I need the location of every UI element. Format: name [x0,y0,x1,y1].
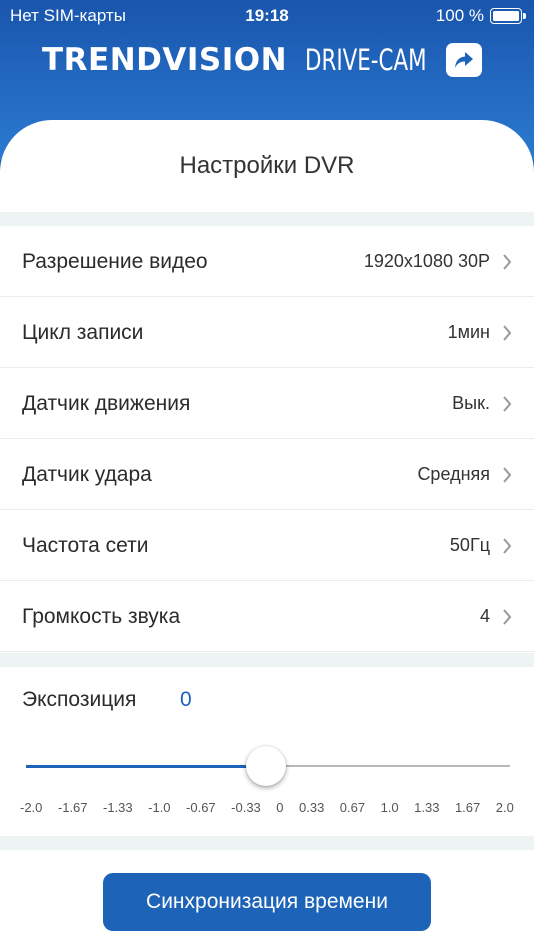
exposure-slider-track-filled[interactable] [26,765,266,768]
tick-label: -0.33 [231,800,261,815]
page-title: Настройки DVR [179,152,355,179]
logo-sub: DRIVE-CAM [305,43,427,77]
section-divider [0,653,534,667]
chevron-right-icon [503,396,512,412]
tick-label: -1.33 [103,800,133,815]
setting-value: 4 [479,606,490,626]
setting-sound-volume[interactable]: Громкость звука 4 [0,581,534,652]
chevron-right-icon [503,254,512,270]
section-divider [0,836,534,850]
share-button[interactable] [446,43,482,77]
setting-network-frequency[interactable]: Частота сети 50Гц [0,510,534,581]
exposure-tick-labels: -2.0 -1.67 -1.33 -1.0 -0.67 -0.33 0 0.33… [20,800,514,820]
tick-label: -2.0 [20,800,43,815]
exposure-label: Экспозиция [22,688,137,711]
setting-value: 1мин [447,322,490,342]
setting-value: 1920x1080 30P [363,251,490,271]
chevron-right-icon [503,538,512,554]
status-bar: Нет SIM-карты 19:18 100 % [0,0,534,32]
tick-label: -1.67 [57,800,88,815]
setting-label: Цикл записи [22,321,144,344]
setting-value: Вык. [452,393,490,413]
settings-sheet: Настройки DVR Разрешение видео 1920x1080… [0,120,534,950]
sync-time-button[interactable]: Синхронизация времени [103,873,431,931]
setting-label: Датчик удара [22,463,152,486]
chevron-right-icon [503,609,512,625]
setting-value: 50Гц [449,535,490,555]
tick-label: 2.0 [495,800,514,815]
logo-main: TRENDVISION [42,42,288,78]
brand-logo: TRENDVISION DRIVE-CAM [42,40,453,80]
setting-video-resolution[interactable]: Разрешение видео 1920x1080 30P [0,226,534,297]
chevron-right-icon [503,325,512,341]
setting-label: Частота сети [22,534,149,557]
share-icon [455,52,473,68]
setting-loop-recording[interactable]: Цикл записи 1мин [0,297,534,368]
exposure-slider-track[interactable] [266,765,510,767]
battery-percent: 100 % [435,6,484,25]
setting-label: Разрешение видео [22,250,208,273]
tick-label: -0.67 [186,800,216,815]
setting-label: Громкость звука [22,605,181,628]
tick-label: 1.67 [454,800,481,815]
tick-label: 0 [276,800,284,815]
tick-label: 1.0 [380,800,399,815]
exposure-slider-thumb[interactable] [246,746,286,786]
tick-label: 0.67 [339,800,366,815]
tick-label: 0.33 [299,800,325,815]
setting-motion-sensor[interactable]: Датчик движения Вык. [0,368,534,439]
battery-icon [490,8,526,24]
exposure-value: 0 [180,688,192,711]
tick-label: -1.0 [148,800,171,815]
section-divider [0,212,534,226]
tick-label: 1.33 [414,800,440,815]
setting-label: Датчик движения [22,392,191,415]
setting-shock-sensor[interactable]: Датчик удара Средняя [0,439,534,510]
setting-value: Средняя [417,464,490,484]
chevron-right-icon [503,467,512,483]
